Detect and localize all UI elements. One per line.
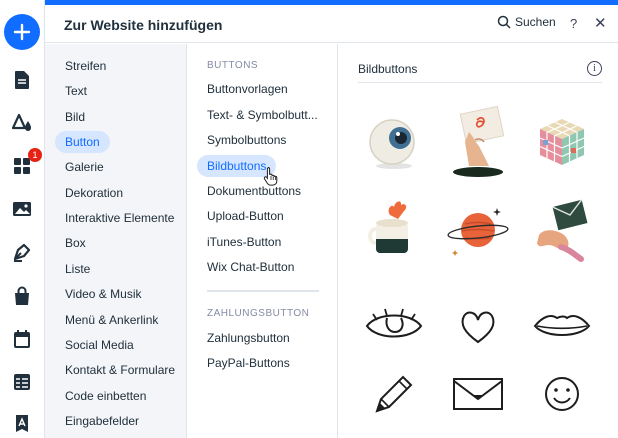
- category-item[interactable]: Liste: [55, 258, 100, 280]
- eyeball-icon: [369, 119, 415, 169]
- smiley-sketch-image-button[interactable]: [526, 358, 598, 430]
- subcategory-item[interactable]: iTunes-Button: [197, 231, 291, 253]
- search-icon: [497, 15, 511, 29]
- text-style-icon: [16, 415, 28, 432]
- planet-icon: [447, 208, 509, 256]
- subcategory-item[interactable]: Upload-Button: [197, 205, 294, 227]
- search-button[interactable]: Suchen: [497, 15, 556, 29]
- add-panel: Zur Website hinzufügen Suchen ? ✕ Streif…: [45, 0, 618, 438]
- apps-icon: [14, 158, 30, 174]
- category-item[interactable]: Social Media: [55, 334, 144, 356]
- envelope-hand-image-button[interactable]: [526, 194, 598, 266]
- rubiks-cube-image-button[interactable]: [526, 106, 598, 178]
- shopping-bag-icon: [15, 286, 29, 305]
- image-buttons-gallery: Bildbuttons i: [338, 44, 618, 438]
- category-item[interactable]: Menü & Ankerlink: [55, 309, 168, 331]
- lips-sketch-icon: [533, 315, 591, 336]
- hand-holding-card-icon: [453, 106, 505, 177]
- table-icon: [14, 374, 30, 390]
- category-item[interactable]: Interaktive Elemente: [55, 207, 184, 229]
- hand-pointer-icon: [263, 167, 278, 186]
- envelope-hand-icon: [537, 199, 588, 262]
- lips-sketch-image-button[interactable]: [526, 290, 598, 362]
- content-divider: [358, 82, 602, 83]
- panel-header: Zur Website hinzufügen Suchen ? ✕: [45, 5, 618, 43]
- subcategory-item[interactable]: Zahlungsbutton: [197, 327, 300, 349]
- blog-tool[interactable]: [10, 240, 34, 264]
- eye-sketch-icon: [365, 308, 423, 338]
- heart-sketch-icon: [461, 311, 495, 344]
- search-label: Suchen: [515, 15, 556, 29]
- category-item[interactable]: Kontakt & Formulare: [55, 359, 185, 381]
- category-item[interactable]: Video & Musik: [55, 283, 151, 305]
- subcategory-item[interactable]: Symbolbuttons: [197, 129, 296, 151]
- section-heading-payment: ZAHLUNGSBUTTON: [207, 308, 310, 319]
- section-heading-buttons: BUTTONS: [207, 60, 259, 71]
- hand-card-image-button[interactable]: [442, 106, 514, 178]
- calendar-icon: [14, 330, 30, 348]
- category-item[interactable]: Streifen: [55, 55, 116, 77]
- pages-icon: [15, 71, 29, 89]
- store-tool[interactable]: [10, 284, 34, 308]
- envelope-sketch-icon: [453, 378, 503, 410]
- editor-toolbar: 1: [0, 0, 45, 438]
- help-button[interactable]: ?: [570, 16, 577, 31]
- subcategory-item[interactable]: Text- & Symbolbutt...: [197, 104, 328, 126]
- text-style-tool[interactable]: [10, 412, 34, 436]
- planet-image-button[interactable]: [442, 194, 514, 266]
- heart-sketch-image-button[interactable]: [442, 290, 514, 362]
- category-item[interactable]: Box: [55, 232, 96, 254]
- category-item[interactable]: Galerie: [55, 156, 114, 178]
- eyeball-image-button[interactable]: [358, 106, 430, 178]
- mug-image-button[interactable]: [358, 194, 430, 266]
- media-tool[interactable]: [10, 197, 34, 221]
- info-icon[interactable]: i: [587, 61, 602, 76]
- subcategory-item[interactable]: Buttonvorlagen: [197, 78, 298, 100]
- add-elements-button[interactable]: [4, 14, 40, 50]
- subcategory-item[interactable]: PayPal-Buttons: [197, 352, 300, 374]
- eye-sketch-image-button[interactable]: [358, 290, 430, 362]
- subcategory-list: BUTTONS Buttonvorlagen Text- & Symbolbut…: [187, 44, 338, 438]
- panel-title: Zur Website hinzufügen: [64, 17, 223, 33]
- rubiks-cube-icon: [539, 119, 585, 165]
- add-icon: [13, 23, 31, 41]
- content-title: Bildbuttons: [358, 62, 418, 76]
- design-icon: [11, 113, 31, 131]
- subcategory-item[interactable]: Dokumentbuttons: [197, 180, 311, 202]
- pencil-sketch-icon: [375, 375, 413, 413]
- smiley-sketch-icon: [545, 377, 579, 411]
- pages-tool[interactable]: [10, 68, 34, 92]
- subcategory-item[interactable]: Wix Chat-Button: [197, 256, 304, 278]
- pencil-sketch-image-button[interactable]: [358, 358, 430, 430]
- category-list: Streifen Text Bild Button Galerie Dekora…: [45, 44, 187, 438]
- media-icon: [13, 202, 31, 216]
- category-item[interactable]: Bild: [55, 106, 95, 128]
- category-item[interactable]: Dekoration: [55, 182, 133, 204]
- category-item[interactable]: Code einbetten: [55, 385, 156, 407]
- category-item-active[interactable]: Button: [55, 131, 110, 153]
- envelope-sketch-image-button[interactable]: [442, 358, 514, 430]
- design-tool[interactable]: [10, 111, 34, 135]
- close-icon[interactable]: ✕: [594, 14, 607, 32]
- bookings-tool[interactable]: [10, 327, 34, 351]
- section-divider: [207, 290, 319, 292]
- pen-nib-icon: [13, 243, 31, 262]
- notification-badge: 1: [28, 148, 42, 162]
- mug-icon: [368, 201, 408, 253]
- category-item[interactable]: Eingabefelder: [55, 410, 149, 432]
- category-item[interactable]: Text: [55, 80, 97, 102]
- cms-tool[interactable]: [10, 370, 34, 394]
